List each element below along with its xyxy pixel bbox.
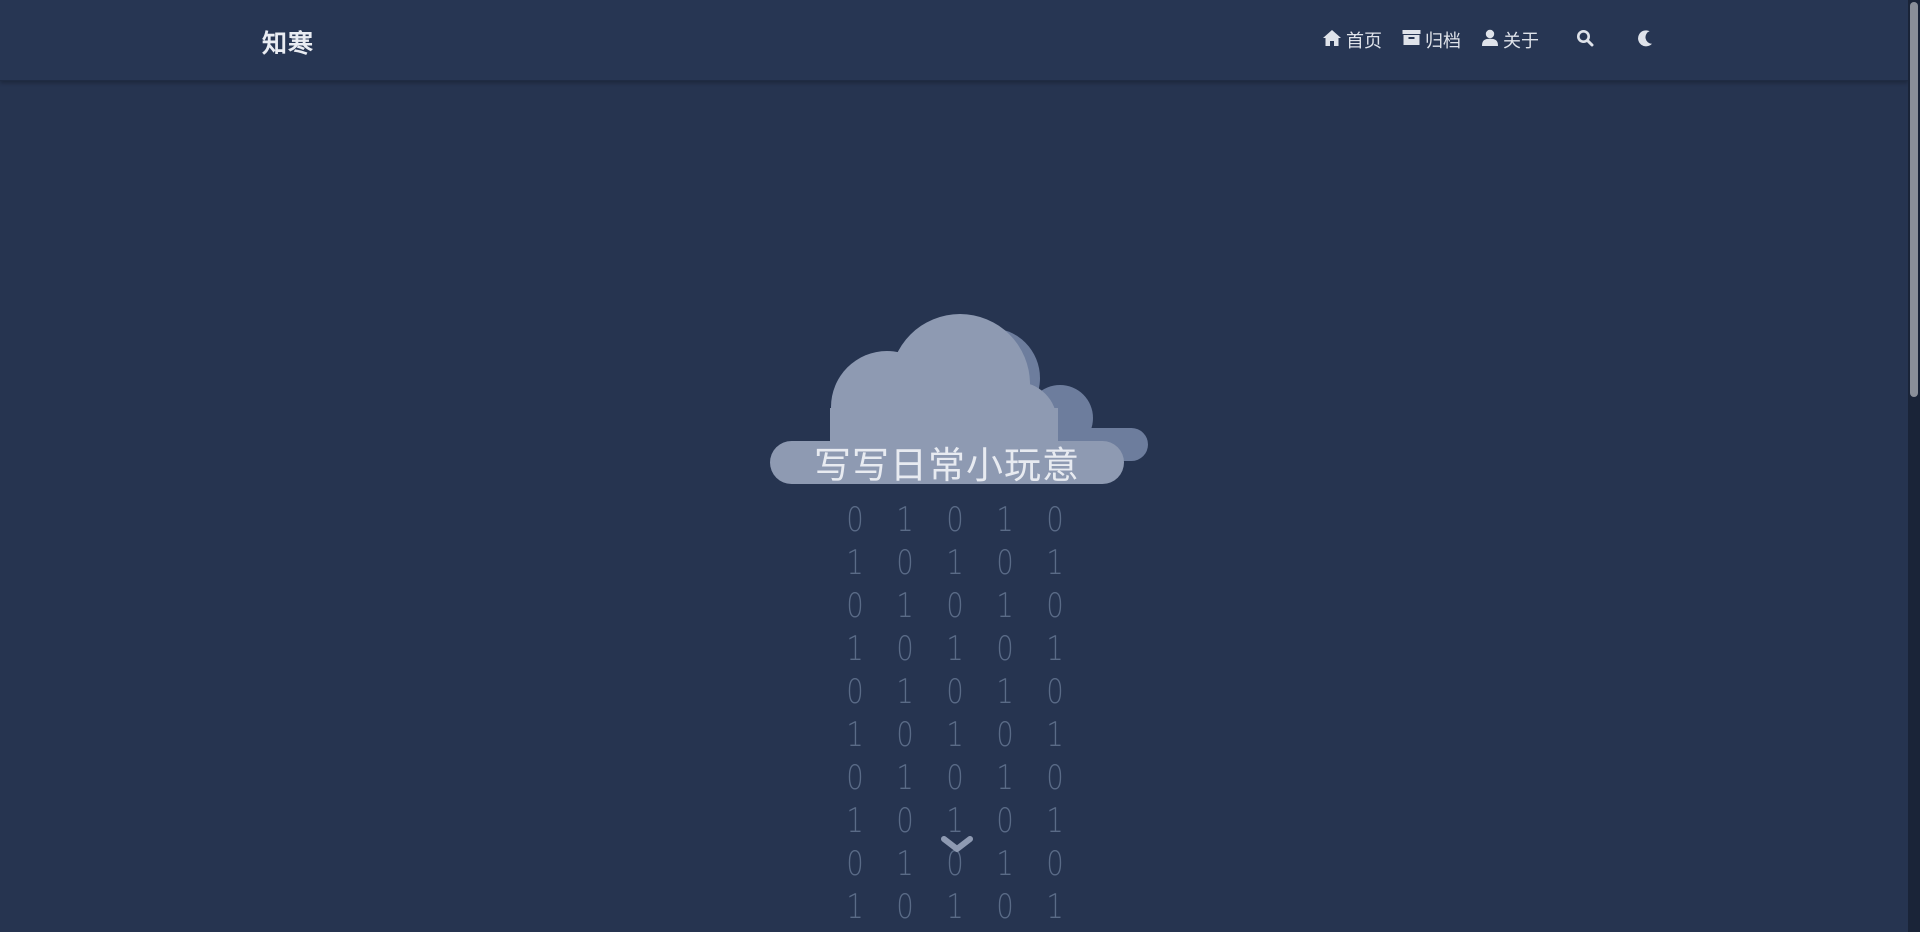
binary-digit: 0 — [846, 757, 864, 798]
binary-digit: 1 — [846, 886, 864, 927]
binary-digit: 1 — [996, 843, 1014, 884]
binary-digit: 0 — [996, 886, 1014, 927]
binary-digit: 0 — [946, 671, 964, 712]
binary-row: 10101 — [830, 541, 1080, 584]
binary-digit: 1 — [996, 757, 1014, 798]
binary-digit: 1 — [846, 800, 864, 841]
binary-digit: 1 — [1046, 800, 1064, 841]
binary-digit: 1 — [896, 843, 914, 884]
binary-row: 01010 — [830, 498, 1080, 541]
binary-digit: 0 — [996, 542, 1014, 583]
binary-digit: 0 — [1046, 757, 1064, 798]
binary-digit: 1 — [846, 542, 864, 583]
page-scrollbar[interactable] — [1908, 0, 1920, 932]
binary-row: 01010 — [830, 584, 1080, 627]
binary-digit: 0 — [846, 585, 864, 626]
binary-digit: 0 — [1046, 585, 1064, 626]
binary-digit: 1 — [946, 542, 964, 583]
binary-digit: 0 — [846, 671, 864, 712]
binary-digit: 1 — [846, 714, 864, 755]
binary-digit: 1 — [946, 886, 964, 927]
binary-digit: 1 — [896, 757, 914, 798]
binary-digit: 1 — [996, 499, 1014, 540]
binary-row: 01010 — [830, 670, 1080, 713]
binary-digit: 1 — [946, 628, 964, 669]
binary-digit: 1 — [1046, 542, 1064, 583]
scroll-down-button[interactable] — [941, 834, 973, 856]
binary-digit: 1 — [1046, 628, 1064, 669]
binary-digit: 0 — [996, 714, 1014, 755]
binary-digit: 0 — [896, 800, 914, 841]
binary-digit: 1 — [996, 671, 1014, 712]
binary-digit: 1 — [896, 499, 914, 540]
binary-digit: 0 — [896, 714, 914, 755]
binary-digit: 0 — [996, 800, 1014, 841]
scrollbar-thumb[interactable] — [1910, 2, 1918, 397]
binary-digit: 0 — [896, 628, 914, 669]
binary-digit: 1 — [996, 585, 1014, 626]
binary-digit: 0 — [1046, 843, 1064, 884]
binary-row: 10101 — [830, 627, 1080, 670]
hero-tagline: 写写日常小玩意 — [814, 444, 1080, 487]
binary-row: 01010 — [830, 756, 1080, 799]
binary-digit: 0 — [896, 886, 914, 927]
binary-digit: 0 — [846, 499, 864, 540]
binary-rain: 0101010101010101010101010101010101010101… — [830, 498, 1080, 928]
binary-digit: 1 — [946, 714, 964, 755]
binary-digit: 1 — [846, 628, 864, 669]
binary-digit: 0 — [1046, 499, 1064, 540]
chevron-down-icon — [941, 836, 973, 860]
binary-digit: 1 — [896, 585, 914, 626]
binary-row: 10101 — [830, 713, 1080, 756]
binary-digit: 1 — [1046, 886, 1064, 927]
hero-section: 写写日常小玩意 01010101010101010101010101010101… — [0, 0, 1908, 932]
page: 知寒 首页 归档 关于 写写日常小玩意 0 1 0 1 0 1 0 1 0 1 … — [0, 0, 1920, 932]
binary-digit: 1 — [896, 671, 914, 712]
binary-digit: 0 — [996, 628, 1014, 669]
binary-digit: 0 — [896, 542, 914, 583]
binary-digit: 0 — [946, 499, 964, 540]
binary-row: 10101 — [830, 885, 1080, 928]
binary-digit: 1 — [1046, 714, 1064, 755]
binary-digit: 0 — [846, 843, 864, 884]
binary-digit: 0 — [946, 757, 964, 798]
binary-digit: 0 — [1046, 671, 1064, 712]
binary-digit: 0 — [946, 585, 964, 626]
